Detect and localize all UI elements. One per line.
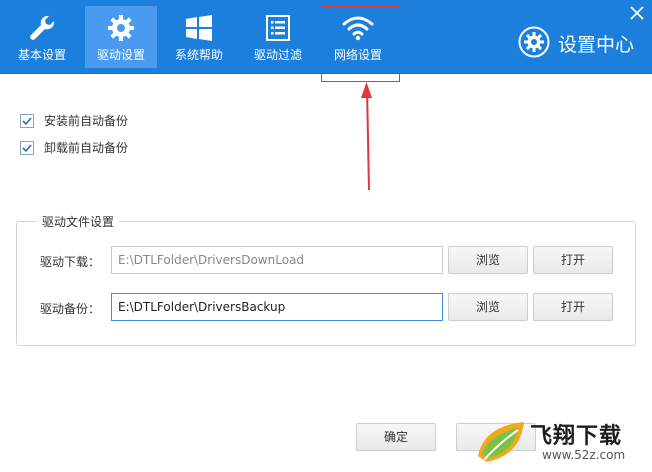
close-button[interactable] <box>628 4 646 22</box>
tab-network-settings[interactable]: 网络设置 <box>322 6 394 68</box>
settings-center-brand: 设置中心 <box>518 26 634 60</box>
leaf-logo-icon <box>478 422 524 462</box>
backup-path-input[interactable]: E:\DTLFolder\DriversBackup <box>111 293 443 321</box>
tab-label: 驱动过滤 <box>253 48 302 62</box>
tab-label: 网络设置 <box>333 48 382 62</box>
watermark-url: www.52z.com <box>542 448 626 462</box>
tab-driver-filter[interactable]: 驱动过滤 <box>242 6 314 68</box>
windows-logo-icon <box>163 11 235 45</box>
settings-center-title: 设置中心 <box>557 33 634 56</box>
download-path-input[interactable]: E:\DTLFolder\DriversDownLoad <box>111 246 443 274</box>
wrench-icon <box>6 11 78 45</box>
option-label: 安装前自动备份 <box>44 114 129 128</box>
tab-label: 基本设置 <box>17 48 66 62</box>
top-toolbar: 基本设置 驱动设置 系统帮助 驱动过滤 网络设置 设置中心 <box>0 0 652 74</box>
download-open-button[interactable]: 打开 <box>533 246 613 274</box>
confirm-button[interactable]: 确定 <box>356 423 436 451</box>
driver-files-legend: 驱动文件设置 <box>37 213 120 230</box>
backup-before-uninstall-option[interactable]: 卸载前自动备份 <box>20 139 128 156</box>
list-icon <box>242 11 314 45</box>
gear-circle-icon <box>518 26 550 61</box>
backup-before-install-option[interactable]: 安装前自动备份 <box>20 112 128 129</box>
gear-icon <box>85 11 157 45</box>
download-path-label: 驱动下载： <box>40 255 101 269</box>
watermark-text: 飞翔下载 <box>530 424 623 449</box>
checkbox[interactable] <box>20 140 34 155</box>
driver-files-group <box>16 221 636 346</box>
tab-driver-settings[interactable]: 驱动设置 <box>85 6 157 68</box>
tab-label: 驱动设置 <box>96 48 145 62</box>
wifi-icon <box>322 11 394 45</box>
site-watermark: 飞翔下载 www.52z.com <box>472 416 650 470</box>
tab-system-help[interactable]: 系统帮助 <box>163 6 235 68</box>
backup-browse-button[interactable]: 浏览 <box>448 293 528 321</box>
tab-label: 系统帮助 <box>174 48 223 62</box>
checkmark-icon <box>22 143 32 152</box>
checkmark-icon <box>22 116 32 125</box>
checkbox[interactable] <box>20 113 34 128</box>
option-label: 卸载前自动备份 <box>44 141 129 155</box>
tab-basic-settings[interactable]: 基本设置 <box>6 6 78 68</box>
backup-open-button[interactable]: 打开 <box>533 293 613 321</box>
download-browse-button[interactable]: 浏览 <box>448 246 528 274</box>
backup-path-label: 驱动备份： <box>40 302 101 316</box>
close-icon <box>630 6 644 20</box>
